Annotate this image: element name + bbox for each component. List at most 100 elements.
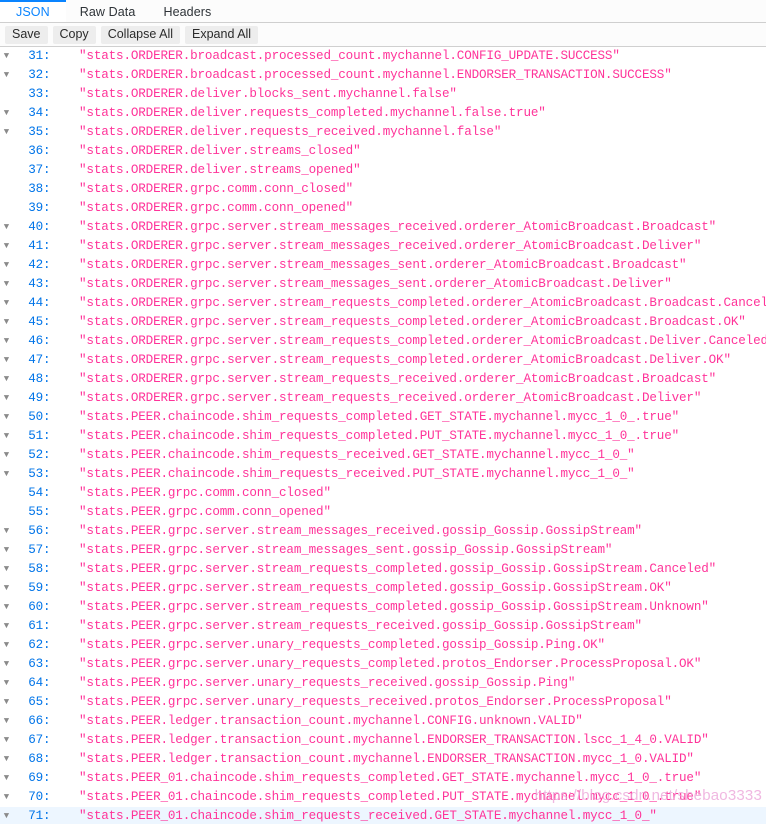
json-row[interactable]: ▼ 61: "stats.PEER.grpc.server.stream_reque… xyxy=(0,617,766,636)
json-row[interactable]: ▼ 50: "stats.PEER.chaincode.shim_requests_… xyxy=(0,408,766,427)
json-row-value: "stats.PEER.grpc.server.unary_requests_c… xyxy=(79,657,702,671)
json-row-value: "stats.ORDERER.grpc.comm.conn_opened" xyxy=(79,201,354,215)
chevron-down-icon[interactable]: ▼ xyxy=(0,275,13,294)
json-row[interactable]: ▼ 46: "stats.ORDERER.grpc.server.stream_re… xyxy=(0,332,766,351)
copy-button[interactable]: Copy xyxy=(52,25,96,44)
json-row[interactable]: ▼ 43: "stats.ORDERER.grpc.server.stream_me… xyxy=(0,275,766,294)
json-row[interactable]: ▼ 71: "stats.PEER_01.chaincode.shim_reques… xyxy=(0,807,766,824)
json-tree-panel[interactable]: ▼ 31: "stats.ORDERER.broadcast.processed_c… xyxy=(0,47,766,824)
collapse-all-button[interactable]: Collapse All xyxy=(100,25,181,44)
json-row-value: "stats.ORDERER.grpc.server.stream_reques… xyxy=(79,353,731,367)
chevron-down-icon[interactable]: ▼ xyxy=(0,598,13,617)
json-row[interactable]: ▼37:"stats.ORDERER.deliver.streams_opene… xyxy=(0,161,766,180)
chevron-down-icon[interactable]: ▼ xyxy=(0,750,13,769)
json-row[interactable]: ▼ 59: "stats.PEER.grpc.server.stream_reque… xyxy=(0,579,766,598)
json-row-index: 70 xyxy=(28,790,43,804)
chevron-down-icon[interactable]: ▼ xyxy=(0,522,13,541)
json-row[interactable]: ▼ 70: "stats.PEER_01.chaincode.shim_reques… xyxy=(0,788,766,807)
json-row[interactable]: ▼ 45: "stats.ORDERER.grpc.server.stream_re… xyxy=(0,313,766,332)
chevron-down-icon[interactable]: ▼ xyxy=(0,294,13,313)
json-row[interactable]: ▼ 53: "stats.PEER.chaincode.shim_requests_… xyxy=(0,465,766,484)
chevron-down-icon[interactable]: ▼ xyxy=(0,104,13,123)
chevron-down-icon[interactable]: ▼ xyxy=(0,256,13,275)
json-row[interactable]: ▼ 68: "stats.PEER.ledger.transaction_count… xyxy=(0,750,766,769)
chevron-down-icon[interactable]: ▼ xyxy=(0,313,13,332)
json-row[interactable]: ▼ 47: "stats.ORDERER.grpc.server.stream_re… xyxy=(0,351,766,370)
json-row[interactable]: ▼ 48: "stats.ORDERER.grpc.server.stream_re… xyxy=(0,370,766,389)
json-row[interactable]: ▼39:"stats.ORDERER.grpc.comm.conn_opened… xyxy=(0,199,766,218)
json-row[interactable]: ▼ 49: "stats.ORDERER.grpc.server.stream_re… xyxy=(0,389,766,408)
chevron-down-icon[interactable]: ▼ xyxy=(0,66,13,85)
chevron-down-icon[interactable]: ▼ xyxy=(0,47,13,66)
json-row-colon: : xyxy=(43,49,51,63)
json-row[interactable]: ▼33:"stats.ORDERER.deliver.blocks_sent.m… xyxy=(0,85,766,104)
json-row[interactable]: ▼ 44: "stats.ORDERER.grpc.server.stream_re… xyxy=(0,294,766,313)
json-row[interactable]: ▼ 63: "stats.PEER.grpc.server.unary_reques… xyxy=(0,655,766,674)
chevron-down-icon[interactable]: ▼ xyxy=(0,674,13,693)
chevron-down-icon[interactable]: ▼ xyxy=(0,332,13,351)
json-row[interactable]: ▼ 60: "stats.PEER.grpc.server.stream_reque… xyxy=(0,598,766,617)
chevron-down-icon[interactable]: ▼ xyxy=(0,123,13,142)
json-row[interactable]: ▼ 41: "stats.ORDERER.grpc.server.stream_me… xyxy=(0,237,766,256)
json-row[interactable]: ▼ 66: "stats.PEER.ledger.transaction_count… xyxy=(0,712,766,731)
expand-all-button[interactable]: Expand All xyxy=(185,25,259,44)
json-row[interactable]: ▼ 67: "stats.PEER.ledger.transaction_count… xyxy=(0,731,766,750)
chevron-down-icon[interactable]: ▼ xyxy=(0,655,13,674)
json-row[interactable]: ▼55:"stats.PEER.grpc.comm.conn_opened" xyxy=(0,503,766,522)
chevron-down-icon[interactable]: ▼ xyxy=(0,541,13,560)
chevron-down-icon[interactable]: ▼ xyxy=(0,617,13,636)
chevron-down-icon[interactable]: ▼ xyxy=(0,788,13,807)
chevron-down-icon[interactable]: ▼ xyxy=(0,351,13,370)
json-row[interactable]: ▼ 42: "stats.ORDERER.grpc.server.stream_me… xyxy=(0,256,766,275)
json-row[interactable]: ▼ 35: "stats.ORDERER.deliver.requests_rece… xyxy=(0,123,766,142)
chevron-down-icon[interactable]: ▼ xyxy=(0,237,13,256)
chevron-down-icon[interactable]: ▼ xyxy=(0,427,13,446)
json-row-colon: : xyxy=(43,714,51,728)
json-row[interactable]: ▼54:"stats.PEER.grpc.comm.conn_closed" xyxy=(0,484,766,503)
chevron-down-icon[interactable]: ▼ xyxy=(0,560,13,579)
json-row-index: 31 xyxy=(28,49,43,63)
chevron-down-icon[interactable]: ▼ xyxy=(0,579,13,598)
chevron-down-icon[interactable]: ▼ xyxy=(0,218,13,237)
json-row-index: 68 xyxy=(28,752,43,766)
json-row[interactable]: ▼ 31: "stats.ORDERER.broadcast.processed_c… xyxy=(0,47,766,66)
chevron-down-icon[interactable]: ▼ xyxy=(0,465,13,484)
chevron-down-icon[interactable]: ▼ xyxy=(0,446,13,465)
chevron-down-icon[interactable]: ▼ xyxy=(0,693,13,712)
json-row[interactable]: ▼36:"stats.ORDERER.deliver.streams_close… xyxy=(0,142,766,161)
json-row[interactable]: ▼ 32: "stats.ORDERER.broadcast.processed_c… xyxy=(0,66,766,85)
json-row[interactable]: ▼ 65: "stats.PEER.grpc.server.unary_reques… xyxy=(0,693,766,712)
chevron-down-icon[interactable]: ▼ xyxy=(0,731,13,750)
chevron-down-icon[interactable]: ▼ xyxy=(0,636,13,655)
json-row-colon: : xyxy=(43,467,51,481)
json-row-value: "stats.ORDERER.deliver.streams_opened" xyxy=(79,163,361,177)
tab-json[interactable]: JSON xyxy=(0,0,66,22)
json-row-colon: : xyxy=(43,638,51,652)
save-button[interactable]: Save xyxy=(5,25,48,44)
chevron-down-icon[interactable]: ▼ xyxy=(0,807,13,824)
json-row[interactable]: ▼ 64: "stats.PEER.grpc.server.unary_reques… xyxy=(0,674,766,693)
tab-headers-label: Headers xyxy=(163,5,212,19)
json-row[interactable]: ▼ 56: "stats.PEER.grpc.server.stream_messa… xyxy=(0,522,766,541)
json-row-value: "stats.PEER_01.chaincode.shim_requests_c… xyxy=(79,771,702,785)
json-row[interactable]: ▼ 40: "stats.ORDERER.grpc.server.stream_me… xyxy=(0,218,766,237)
json-row[interactable]: ▼ 62: "stats.PEER.grpc.server.unary_reques… xyxy=(0,636,766,655)
json-row[interactable]: ▼ 57: "stats.PEER.grpc.server.stream_messa… xyxy=(0,541,766,560)
json-row[interactable]: ▼38:"stats.ORDERER.grpc.comm.conn_closed… xyxy=(0,180,766,199)
json-row-index: 43 xyxy=(28,277,43,291)
chevron-down-icon[interactable]: ▼ xyxy=(0,712,13,731)
json-row[interactable]: ▼ 51: "stats.PEER.chaincode.shim_requests_… xyxy=(0,427,766,446)
json-row[interactable]: ▼ 34: "stats.ORDERER.deliver.requests_comp… xyxy=(0,104,766,123)
chevron-down-icon[interactable]: ▼ xyxy=(0,769,13,788)
json-row[interactable]: ▼ 52: "stats.PEER.chaincode.shim_requests_… xyxy=(0,446,766,465)
json-row-value: "stats.PEER.grpc.server.unary_requests_r… xyxy=(79,695,672,709)
json-row-value: "stats.ORDERER.grpc.server.stream_reques… xyxy=(79,334,766,348)
json-row-colon: : xyxy=(43,771,51,785)
tab-raw-data[interactable]: Raw Data xyxy=(66,0,150,22)
json-row[interactable]: ▼ 69: "stats.PEER_01.chaincode.shim_reques… xyxy=(0,769,766,788)
chevron-down-icon[interactable]: ▼ xyxy=(0,389,13,408)
tab-headers[interactable]: Headers xyxy=(149,0,225,22)
json-row[interactable]: ▼ 58: "stats.PEER.grpc.server.stream_reque… xyxy=(0,560,766,579)
chevron-down-icon[interactable]: ▼ xyxy=(0,408,13,427)
chevron-down-icon[interactable]: ▼ xyxy=(0,370,13,389)
